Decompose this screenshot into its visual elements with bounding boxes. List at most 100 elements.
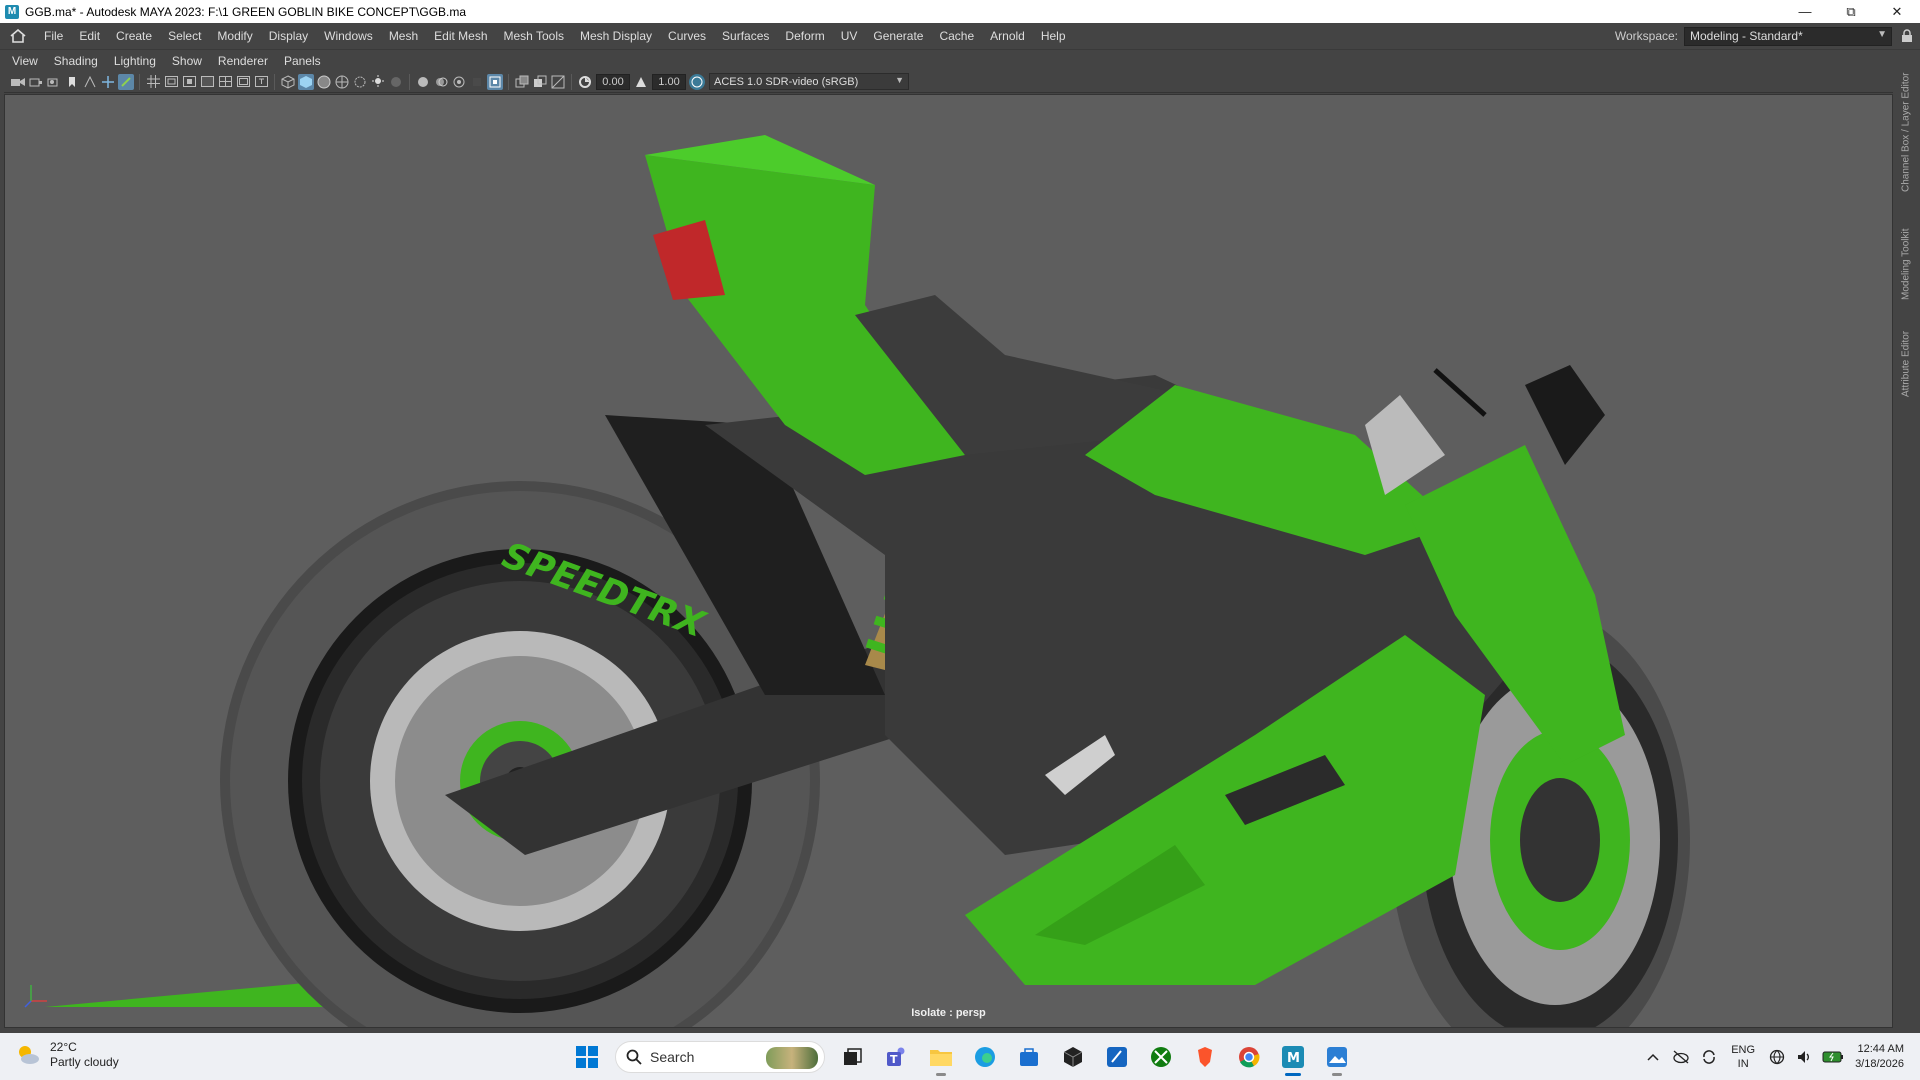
window-titlebar: M GGB.ma* - Autodesk MAYA 2023: F:\1 GRE… (0, 0, 1920, 23)
menu-mesh-tools[interactable]: Mesh Tools (496, 29, 572, 43)
menu-select[interactable]: Select (160, 29, 209, 43)
menu-arnold[interactable]: Arnold (982, 29, 1033, 43)
battery-charging-icon[interactable] (1822, 1046, 1844, 1068)
task-view-button[interactable] (833, 1038, 873, 1076)
menu-edit-mesh[interactable]: Edit Mesh (426, 29, 495, 43)
menu-edit[interactable]: Edit (71, 29, 108, 43)
bookmark-camera-icon[interactable] (46, 74, 62, 90)
menu-windows[interactable]: Windows (316, 29, 381, 43)
lock-icon[interactable] (1900, 28, 1914, 44)
menu-help[interactable]: Help (1033, 29, 1074, 43)
start-button[interactable] (567, 1038, 607, 1076)
panel-menu-renderer[interactable]: Renderer (210, 54, 276, 68)
menu-create[interactable]: Create (108, 29, 160, 43)
safe-action-icon[interactable] (235, 74, 251, 90)
chevron-down-icon: ▼ (895, 75, 904, 85)
color-space-select[interactable]: ACES 1.0 SDR-video (sRGB) ▼ (709, 73, 909, 90)
cloud-sync-off-icon[interactable] (1670, 1046, 1692, 1068)
textured-icon[interactable] (334, 74, 350, 90)
menu-mesh-display[interactable]: Mesh Display (572, 29, 660, 43)
unity-hub-button[interactable] (1053, 1038, 1093, 1076)
workspace-label: Workspace: (1614, 29, 1678, 43)
menu-display[interactable]: Display (261, 29, 316, 43)
grid-icon[interactable] (145, 74, 161, 90)
panel-menu-lighting[interactable]: Lighting (106, 54, 164, 68)
motion-blur-icon[interactable] (415, 74, 431, 90)
menu-modify[interactable]: Modify (209, 29, 260, 43)
home-icon[interactable] (8, 28, 28, 44)
menu-file[interactable]: File (36, 29, 71, 43)
xray-icon[interactable] (514, 74, 530, 90)
multisample-aa-icon[interactable] (433, 74, 449, 90)
gamma-icon[interactable] (633, 74, 649, 90)
bookmark-icon[interactable] (64, 74, 80, 90)
network-icon[interactable] (1766, 1046, 1788, 1068)
isolate-select-icon[interactable] (487, 73, 503, 90)
menu-cache[interactable]: Cache (931, 29, 982, 43)
modeling-toolkit-tab[interactable]: Modeling Toolkit (1896, 219, 1916, 309)
menu-surfaces[interactable]: Surfaces (714, 29, 777, 43)
maya-taskbar-button[interactable]: M (1273, 1038, 1313, 1076)
clock-date: 3/18/2026 (1855, 1057, 1904, 1070)
xbox-button[interactable] (1141, 1038, 1181, 1076)
edge-button[interactable] (965, 1038, 1005, 1076)
chrome-button[interactable] (1229, 1038, 1269, 1076)
camera-icon[interactable] (10, 74, 26, 90)
chevron-up-icon[interactable] (1642, 1046, 1664, 1068)
menu-mesh[interactable]: Mesh (381, 29, 426, 43)
screen-space-ao-icon[interactable] (388, 74, 404, 90)
brave-button[interactable] (1185, 1038, 1225, 1076)
panel-menu-view[interactable]: View (4, 54, 46, 68)
panel-menu-show[interactable]: Show (164, 54, 210, 68)
use-all-lights-icon[interactable] (352, 74, 368, 90)
file-explorer-button[interactable] (921, 1038, 961, 1076)
camera-attributes-icon[interactable] (28, 74, 44, 90)
grease-pencil-icon[interactable] (118, 73, 134, 90)
shadows-icon[interactable] (370, 74, 386, 90)
color-management-icon[interactable] (689, 73, 705, 90)
close-button[interactable]: ✕ (1874, 0, 1920, 23)
taskbar-search[interactable]: Search (615, 1041, 825, 1073)
panel-menubar: View Shading Lighting Show Renderer Pane… (4, 51, 1893, 71)
minimize-button[interactable]: — (1782, 0, 1828, 23)
film-gate-icon[interactable] (163, 74, 179, 90)
sync-icon[interactable] (1698, 1046, 1720, 1068)
language-indicator[interactable]: ENG IN (1731, 1043, 1755, 1071)
resolution-gate-icon[interactable] (181, 74, 197, 90)
move-manip-icon[interactable] (100, 74, 116, 90)
exposure-field[interactable]: 0.00 (596, 73, 630, 90)
smooth-shade-icon[interactable] (298, 73, 314, 90)
wireframe-icon[interactable] (280, 74, 296, 90)
wireframe-on-shaded-icon[interactable] (316, 74, 332, 90)
store-button[interactable] (1009, 1038, 1049, 1076)
perspective-viewport[interactable]: SPEEDTRX Isolate: persp (4, 94, 1893, 1028)
system-clock[interactable]: 12:44 AM 3/18/2026 (1855, 1042, 1904, 1072)
menu-deform[interactable]: Deform (777, 29, 832, 43)
weather-widget[interactable]: 22°C Partly cloudy (14, 1040, 119, 1070)
menu-uv[interactable]: UV (833, 29, 866, 43)
attribute-editor-tab[interactable]: Attribute Editor (1896, 321, 1916, 406)
depth-of-field-icon[interactable] (451, 74, 467, 90)
photos-icon (1327, 1047, 1347, 1067)
search-highlight-image (766, 1047, 818, 1069)
teams-button[interactable]: T (877, 1038, 917, 1076)
pen-app-button[interactable] (1097, 1038, 1137, 1076)
menu-generate[interactable]: Generate (865, 29, 931, 43)
exposure-icon[interactable] (577, 74, 593, 90)
xray-joints-icon[interactable] (550, 74, 566, 90)
restore-button[interactable]: ⧉ (1828, 0, 1874, 23)
panel-menu-panels[interactable]: Panels (276, 54, 329, 68)
gate-mask-icon[interactable] (199, 74, 215, 90)
field-chart-icon[interactable] (217, 74, 233, 90)
volume-icon[interactable] (1794, 1046, 1816, 1068)
panel-menu-shading[interactable]: Shading (46, 54, 106, 68)
safe-title-icon[interactable] (253, 74, 269, 90)
image-plane-icon[interactable] (82, 74, 98, 90)
language-code: ENG (1731, 1043, 1756, 1056)
photos-button[interactable] (1317, 1038, 1357, 1076)
channel-box-tab[interactable]: Channel Box / Layer Editor (1896, 57, 1916, 207)
workspace-select[interactable]: Modeling - Standard* ▼ (1684, 26, 1892, 46)
gamma-field[interactable]: 1.00 (652, 73, 686, 90)
xray-active-components-icon[interactable] (532, 74, 548, 90)
menu-curves[interactable]: Curves (660, 29, 714, 43)
